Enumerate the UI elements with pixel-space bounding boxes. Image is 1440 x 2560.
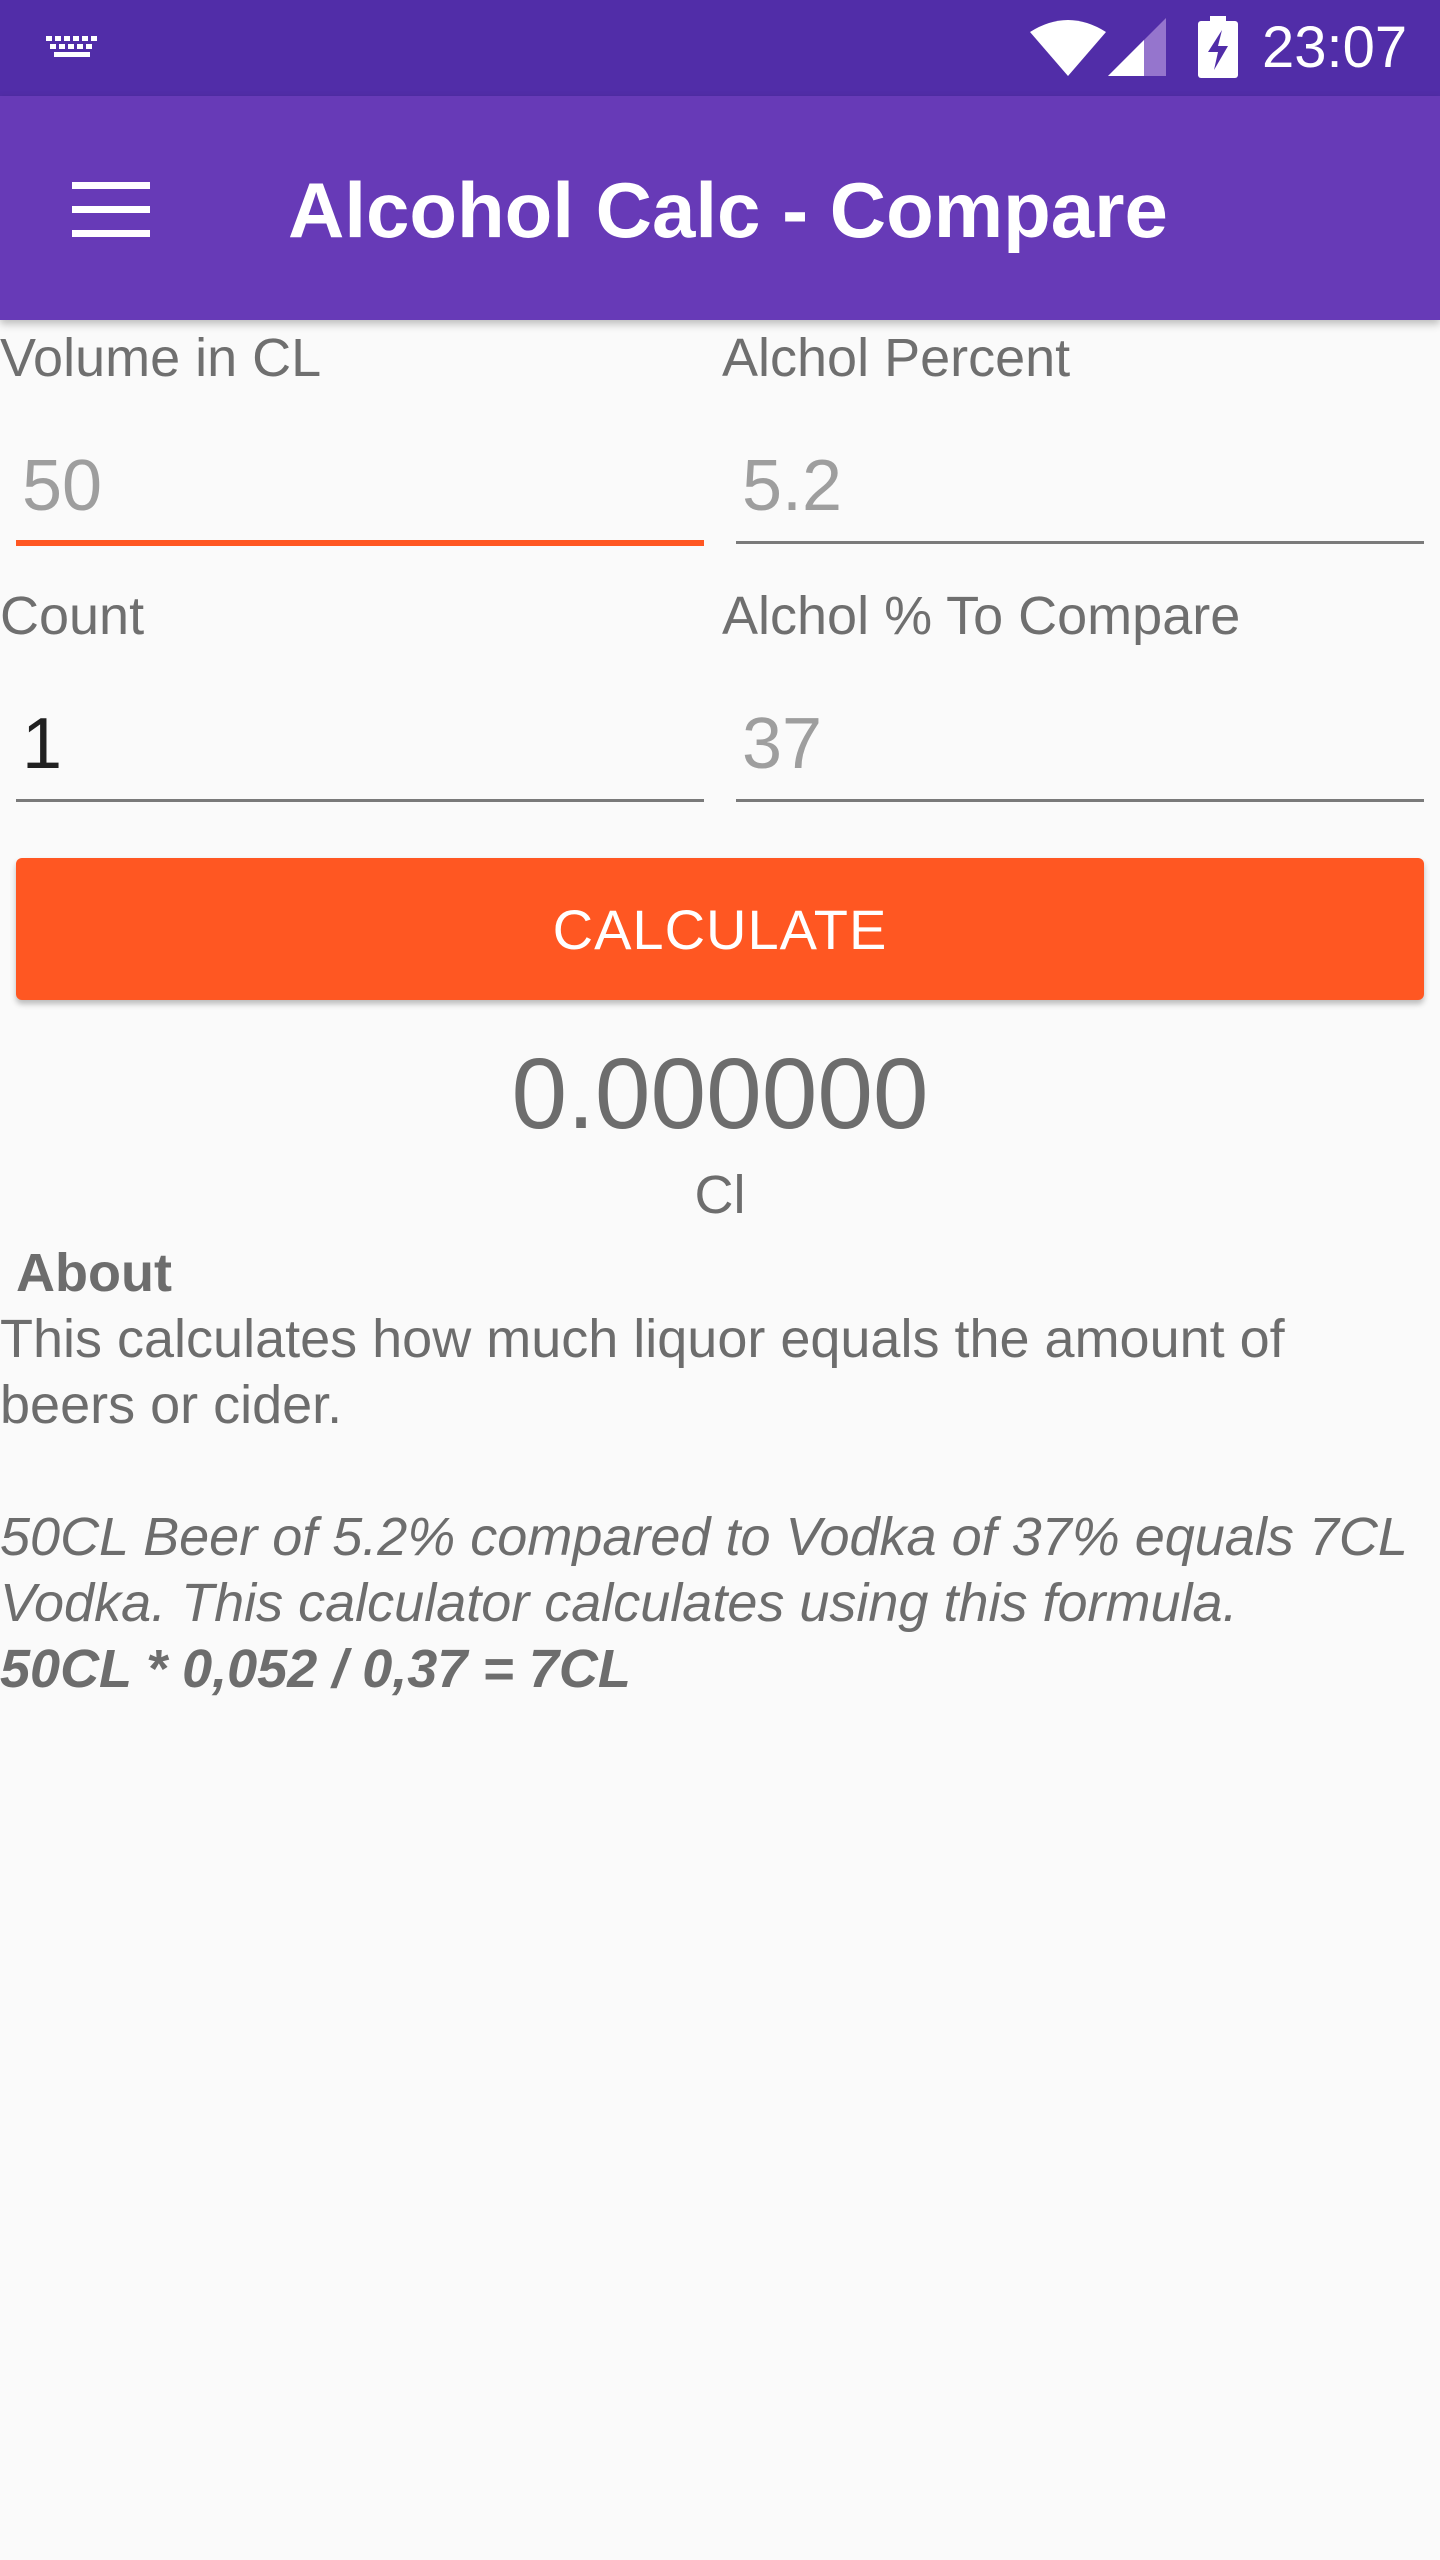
status-bar: 23:07 — [0, 0, 1440, 96]
compare-underline — [736, 799, 1424, 802]
about-example: 50CL Beer of 5.2% compared to Vodka of 3… — [0, 1507, 1407, 1633]
volume-underline — [16, 540, 704, 546]
status-clock: 23:07 — [1262, 15, 1408, 80]
count-field[interactable] — [16, 694, 704, 804]
count-underline — [16, 799, 704, 802]
compare-field[interactable] — [736, 694, 1424, 804]
result-value: 0.000000 — [511, 1038, 929, 1150]
about-formula: 50CL * 0,052 / 0,37 = 7CL — [0, 1639, 631, 1699]
compare-label: Alchol % To Compare — [722, 586, 1241, 646]
percent-label: Alchol Percent — [722, 328, 1071, 388]
hamburger-menu-icon[interactable] — [72, 182, 150, 237]
volume-field[interactable] — [16, 436, 704, 546]
wifi-icon — [1030, 20, 1106, 76]
about-description: This calculates how much liquor equals t… — [0, 1309, 1285, 1435]
app-bar: Alcohol Calc - Compare — [0, 96, 1440, 320]
about-section: About This calculates how much liquor eq… — [0, 1240, 1430, 1702]
percent-underline — [736, 541, 1424, 544]
compare-input[interactable] — [736, 694, 1424, 794]
count-input[interactable] — [16, 694, 704, 794]
about-heading: About — [16, 1243, 172, 1303]
page-title: Alcohol Calc - Compare — [288, 166, 1168, 254]
keyboard-icon — [46, 36, 97, 57]
result-unit: Cl — [694, 1165, 746, 1225]
count-label: Count — [0, 586, 145, 646]
percent-input[interactable] — [736, 436, 1424, 536]
signal-icon — [1108, 18, 1166, 76]
percent-field[interactable] — [736, 436, 1424, 546]
volume-input[interactable] — [16, 436, 704, 536]
calculate-button[interactable]: CALCULATE — [16, 858, 1424, 1000]
volume-label: Volume in CL — [0, 328, 322, 388]
battery-charging-icon — [1198, 16, 1238, 78]
